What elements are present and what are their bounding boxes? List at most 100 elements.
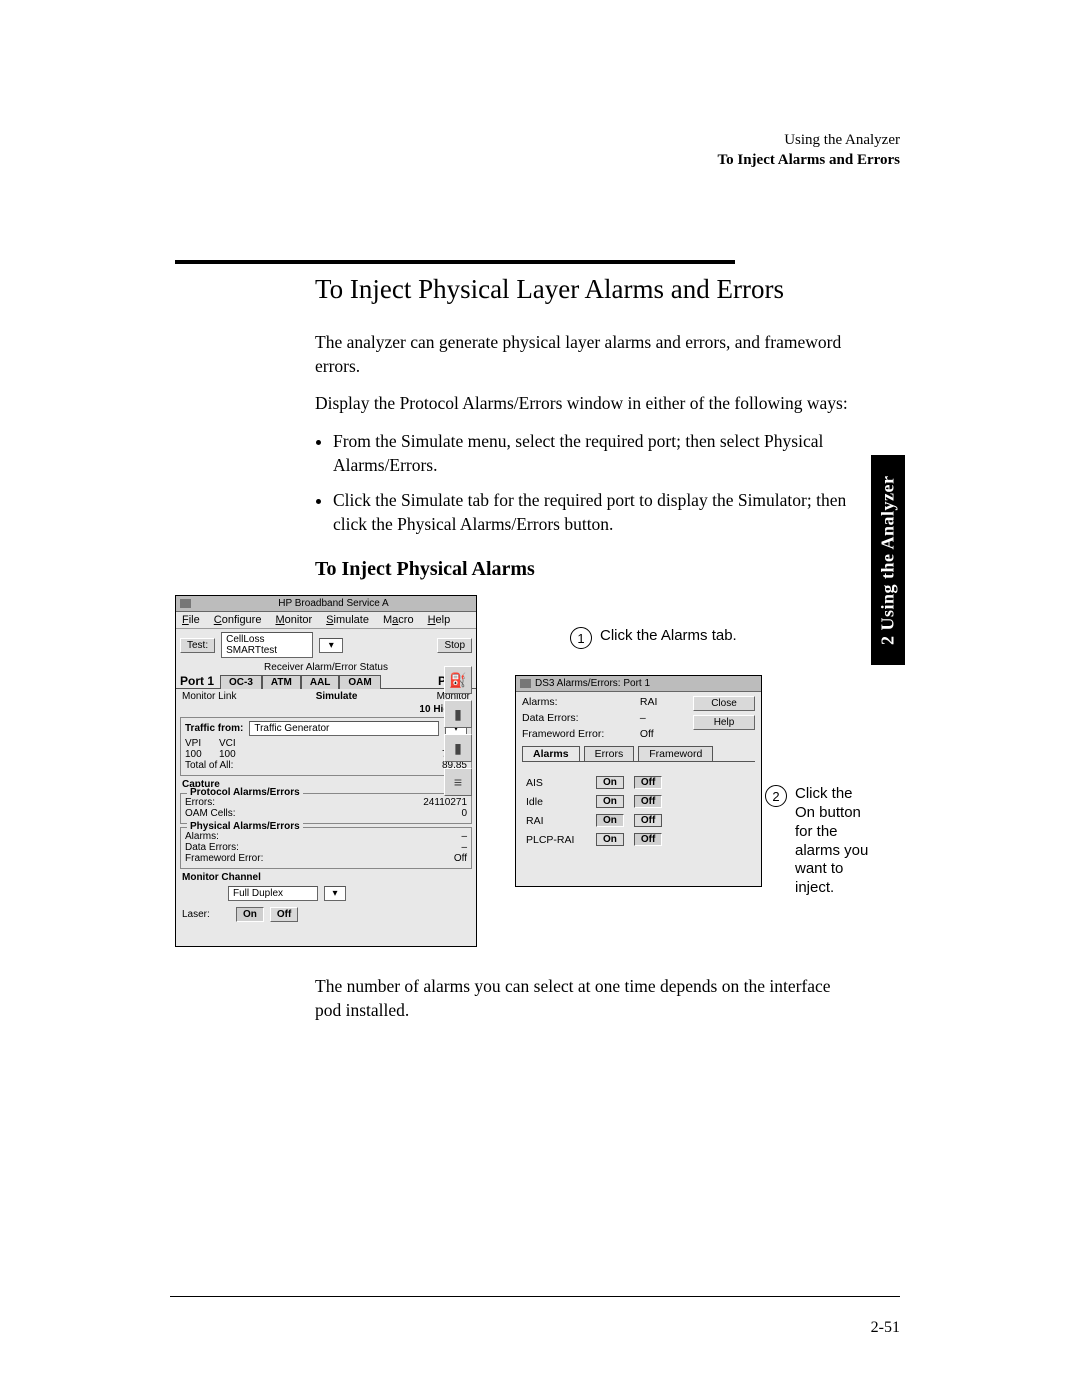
- callout-1: 1 Click the Alarms tab.: [570, 627, 737, 649]
- running-header-line1: Using the Analyzer: [717, 130, 900, 150]
- traffic-from-label: Traffic from:: [185, 723, 243, 734]
- alarm-name-ais: AIS: [526, 777, 586, 789]
- phys-frameword-value: Off: [454, 853, 467, 864]
- physical-alarms-icon[interactable]: ▮: [444, 734, 472, 762]
- running-header-line2: To Inject Alarms and Errors: [717, 150, 900, 170]
- callout-2-number: 2: [765, 785, 787, 807]
- test-name-field[interactable]: CellLoss SMARTtest: [221, 632, 313, 658]
- screenshot-region: HP Broadband Service A File Configure Mo…: [175, 595, 875, 955]
- ds3-frameword-value: Off: [640, 728, 658, 740]
- traffic-from-field[interactable]: Traffic Generator: [249, 721, 439, 736]
- menu-macro[interactable]: Macro: [383, 614, 414, 626]
- help-button[interactable]: Help: [693, 715, 755, 730]
- total-label: Total of All:: [185, 760, 233, 771]
- vci-value: 100: [219, 749, 247, 760]
- intro-paragraph-1: The analyzer can generate physical layer…: [315, 331, 855, 378]
- menu-configure[interactable]: Configure: [214, 614, 262, 626]
- port-tabs: Port 1 OC-3 ATM AAL OAM Port 2: [176, 674, 476, 688]
- menu-file[interactable]: File: [182, 614, 200, 626]
- analyzer-titlebar: HP Broadband Service A: [176, 596, 476, 612]
- idle-on-button[interactable]: On: [596, 795, 624, 808]
- ds3-alarms-value: RAI: [640, 696, 658, 708]
- protocol-oam-label: OAM Cells:: [185, 808, 236, 819]
- protocol-group-legend: Protocol Alarms/Errors: [187, 787, 303, 798]
- instruction-item-1: From the Simulate menu, select the requi…: [333, 430, 873, 477]
- protocol-errors-value: 24110271: [423, 797, 467, 808]
- ds3-dataerrors-value: –: [640, 712, 658, 724]
- protocol-oam-value: 0: [461, 808, 467, 819]
- callout-2-text: Click the On button for the alarms you w…: [795, 785, 875, 898]
- alarm-row-ais: AIS On Off: [526, 776, 751, 789]
- monitor-link-label: Monitor Link: [182, 691, 236, 702]
- close-button[interactable]: Close: [693, 696, 755, 711]
- laser-label: Laser:: [182, 909, 230, 920]
- laser-on-button[interactable]: On: [236, 907, 264, 922]
- phys-dataerrors-value: –: [461, 842, 467, 853]
- protocol-alarms-group: Protocol Alarms/Errors Errors:24110271 O…: [180, 793, 472, 824]
- page: Using the Analyzer To Inject Alarms and …: [0, 0, 1080, 1397]
- ds3-frameword-label: Frameword Error:: [522, 728, 604, 740]
- vpi-value: 100: [185, 749, 213, 760]
- menu-monitor[interactable]: Monitor: [275, 614, 312, 626]
- simulate-icon-column: ⛽ ▮ ▮ ≡: [444, 666, 472, 796]
- tab-frameword[interactable]: Frameword: [638, 746, 713, 761]
- physical-group-legend: Physical Alarms/Errors: [187, 821, 303, 832]
- alarm-name-plcp-rai: PLCP-RAI: [526, 834, 586, 846]
- protocol-alarms-icon[interactable]: ▮: [444, 700, 472, 728]
- alarm-row-idle: Idle On Off: [526, 795, 751, 808]
- page-title: To Inject Physical Layer Alarms and Erro…: [315, 274, 875, 305]
- section-rule: [175, 260, 735, 264]
- tab-aal[interactable]: AAL: [301, 675, 340, 689]
- plcp-rai-off-button[interactable]: Off: [634, 833, 662, 846]
- menu-help[interactable]: Help: [428, 614, 451, 626]
- ds3-dataerrors-label: Data Errors:: [522, 712, 604, 724]
- ds3-alarm-body: AIS On Off Idle On Off RAI On Off: [522, 761, 755, 860]
- after-screenshot-paragraph: The number of alarms you can select at o…: [315, 975, 855, 1022]
- tab-oam[interactable]: OAM: [339, 675, 380, 689]
- laser-off-button[interactable]: Off: [270, 907, 298, 922]
- test-row: Test: CellLoss SMARTtest ▾ Stop: [176, 629, 476, 661]
- test-dropdown-caret-icon[interactable]: ▾: [319, 638, 343, 653]
- simulate-column-label: Simulate: [316, 691, 358, 702]
- menu-simulate[interactable]: Simulate: [326, 614, 369, 626]
- analyzer-window: HP Broadband Service A File Configure Mo…: [175, 595, 477, 947]
- traffic-group: Traffic from: Traffic Generator ▾ VPI VC…: [180, 717, 472, 776]
- tab-alarms[interactable]: Alarms: [522, 746, 580, 761]
- tab-atm[interactable]: ATM: [262, 675, 301, 689]
- monitor-channel-label: Monitor Channel: [176, 872, 476, 883]
- phys-alarms-label: Alarms:: [185, 831, 219, 842]
- intro-paragraph-2: Display the Protocol Alarms/Errors windo…: [315, 392, 855, 416]
- rai-off-button[interactable]: Off: [634, 814, 662, 827]
- tab-errors[interactable]: Errors: [584, 746, 635, 761]
- vpi-header: VPI: [185, 738, 213, 749]
- full-duplex-field[interactable]: Full Duplex: [228, 886, 318, 901]
- alarm-row-rai: RAI On Off: [526, 814, 751, 827]
- plcp-rai-on-button[interactable]: On: [596, 833, 624, 846]
- phys-dataerrors-label: Data Errors:: [185, 842, 239, 853]
- phys-frameword-label: Frameword Error:: [185, 853, 263, 864]
- phys-alarms-value: –: [461, 831, 467, 842]
- instruction-item-2: Click the Simulate tab for the required …: [333, 489, 873, 536]
- ais-on-button[interactable]: On: [596, 776, 624, 789]
- rai-on-button[interactable]: On: [596, 814, 624, 827]
- ds3-alarms-window: DS3 Alarms/Errors: Port 1 Alarms: Data E…: [515, 675, 762, 887]
- ds3-window-system-icon: [520, 679, 531, 688]
- ds3-window-title: DS3 Alarms/Errors: Port 1: [535, 678, 757, 689]
- stop-button[interactable]: Stop: [437, 638, 472, 653]
- traffic-generator-icon[interactable]: ⛽: [444, 666, 472, 694]
- physical-alarms-group: Physical Alarms/Errors Alarms:– Data Err…: [180, 827, 472, 869]
- ais-off-button[interactable]: Off: [634, 776, 662, 789]
- window-system-icon: [180, 599, 191, 608]
- antenna-icon[interactable]: ≡: [444, 768, 472, 796]
- ds3-summary-row: Alarms: Data Errors: Frameword Error: RA…: [516, 692, 761, 740]
- tab-oc3[interactable]: OC-3: [220, 675, 262, 689]
- chapter-side-tab: 2 Using the Analyzer: [871, 455, 905, 665]
- vci-header: VCI: [219, 738, 247, 749]
- port1-label: Port 1: [180, 674, 214, 688]
- menubar: File Configure Monitor Simulate Macro He…: [176, 612, 476, 629]
- callout-1-number: 1: [570, 627, 592, 649]
- idle-off-button[interactable]: Off: [634, 795, 662, 808]
- full-duplex-caret-icon[interactable]: ▾: [324, 886, 346, 901]
- alarm-name-idle: Idle: [526, 796, 586, 808]
- callout-2: 2 Click the On button for the alarms you…: [765, 785, 875, 898]
